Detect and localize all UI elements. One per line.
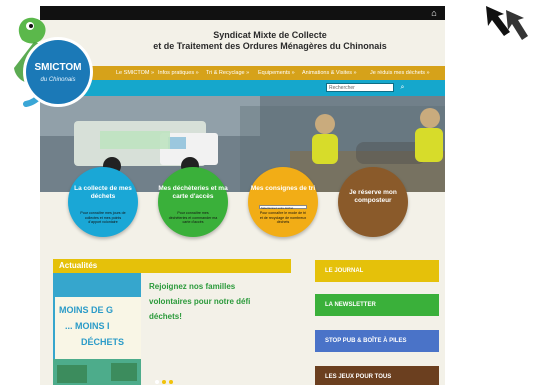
news-title: Actualités — [59, 261, 98, 270]
news-headline[interactable]: Rejoignez nos familles volontaires pour … — [149, 279, 289, 324]
news-headline-line-2: volontaires pour notre défi — [149, 297, 251, 306]
carousel-dot[interactable] — [169, 380, 173, 384]
home-icon[interactable]: ⌂ — [429, 8, 439, 18]
logo-circle: SMICTOM du Chinonais — [26, 40, 90, 104]
quick-link-collecte-desc: Pour connaître mes jours de collectes et… — [80, 211, 126, 224]
news-header: Actualités — [53, 259, 291, 273]
carousel-dot[interactable] — [162, 380, 166, 384]
news-section: Actualités MOINS DE G ... MOINS I DÉCHET… — [53, 259, 291, 385]
quick-link-decheteries-label: Mes déchèteries et ma carte d'accès — [158, 185, 228, 200]
news-banner: MOINS DE G ... MOINS I DÉCHETS — [55, 297, 141, 359]
nav-item-le-smictom[interactable]: Le SMICTOM » — [116, 68, 154, 78]
news-banner-line-2: ... MOINS I — [65, 321, 110, 331]
nav-item-animations-visites[interactable]: Animations & Visites » — [302, 68, 357, 78]
consignes-select[interactable]: Sélectionnez votre déchet — [259, 205, 307, 210]
nav-item-tri-recyclage[interactable]: Tri & Recyclage » — [206, 68, 249, 78]
smictom-logo[interactable]: SMICTOM du Chinonais — [4, 6, 104, 116]
carousel-dot[interactable] — [155, 380, 159, 384]
quick-link-collecte-label: La collecte de mes déchets — [74, 185, 132, 200]
quick-link-decheteries[interactable]: Mes déchèteries et ma carte d'accès Pour… — [158, 167, 228, 237]
quick-link-consignes[interactable]: Mes consignes de tri Sélectionnez votre … — [248, 167, 318, 237]
cursor-icon — [476, 2, 530, 46]
side-link-journal[interactable]: LE JOURNAL — [315, 260, 439, 282]
news-banner-line-1: MOINS DE G — [59, 305, 114, 315]
search-icon[interactable]: ⌕ — [398, 83, 407, 92]
news-image[interactable]: MOINS DE G ... MOINS I DÉCHETS — [53, 273, 141, 385]
news-banner-line-3: DÉCHETS — [81, 337, 125, 347]
site-title-line-1: Syndicat Mixte de Collecte — [213, 30, 327, 40]
site-title-line-2: et de Traitement des Ordures Ménagères d… — [153, 41, 387, 51]
nav-item-infos-pratiques[interactable]: Infos pratiques » — [158, 68, 199, 78]
side-link-newsletter[interactable]: LA NEWSLETTER — [315, 294, 439, 316]
nav-item-equipements[interactable]: Equipements » — [258, 68, 295, 78]
quick-link-collecte[interactable]: La collecte de mes déchets Pour connaîtr… — [68, 167, 138, 237]
quick-link-composteur-label: Je réserve mon composteur — [349, 189, 397, 204]
logo-subtext: du Chinonais — [40, 77, 76, 83]
side-link-jeux[interactable]: LES JEUX POUR TOUS — [315, 366, 439, 385]
news-headline-line-1: Rejoignez nos familles — [149, 282, 236, 291]
site-title: Syndicat Mixte de Collecte et de Traitem… — [100, 30, 440, 52]
news-headline-line-3: déchets! — [149, 312, 182, 321]
quick-link-decheteries-desc: Pour connaître mes déchèteries et comman… — [168, 211, 218, 224]
quick-link-consignes-desc: Pour connaître le mode de tri et de recy… — [259, 211, 307, 224]
news-carousel-dots — [155, 379, 195, 385]
logo-text: SMICTOM — [34, 62, 82, 73]
quick-link-consignes-label: Mes consignes de tri — [250, 185, 316, 192]
side-link-stop-pub[interactable]: STOP PUB & BOÎTE À PILES — [315, 330, 439, 352]
side-links: LE JOURNAL LA NEWSLETTER STOP PUB & BOÎT… — [315, 260, 445, 385]
cursor-art — [476, 2, 530, 46]
quick-link-composteur[interactable]: Je réserve mon composteur — [338, 167, 408, 237]
nav-item-je-reduis[interactable]: Je réduis mes déchets » — [370, 68, 430, 78]
search-input[interactable]: Rechercher — [326, 83, 394, 92]
quick-links: La collecte de mes déchets Pour connaîtr… — [40, 167, 445, 262]
